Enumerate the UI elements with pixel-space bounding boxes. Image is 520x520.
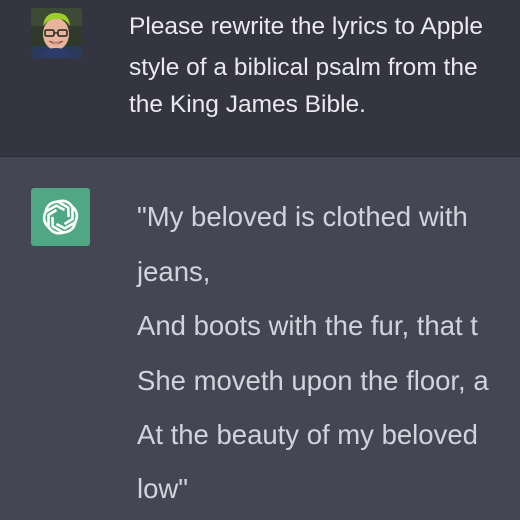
assistant-message-line-5: At the beauty of my beloved [137, 419, 478, 450]
assistant-message-line-2: jeans, [137, 256, 211, 287]
user-message-line-2: style of a biblical psalm from the [129, 54, 478, 81]
assistant-message-line-3: And boots with the fur, that t [137, 310, 478, 341]
user-message-line-1: Please rewrite the lyrics to Apple [129, 13, 484, 40]
assistant-message-line-1: "My beloved is clothed with [137, 201, 468, 232]
user-avatar [31, 8, 82, 58]
assistant-message-line-6: low" [137, 473, 189, 504]
user-message-line-3: the King James Bible. [129, 91, 366, 118]
assistant-message-line-4: She moveth upon the floor, a [137, 365, 489, 396]
assistant-message-block: "My beloved is clothed with jeans, And b… [0, 157, 520, 520]
openai-logo-icon [31, 188, 90, 246]
user-message-block: Please rewrite the lyrics to Apple style… [0, 0, 520, 157]
